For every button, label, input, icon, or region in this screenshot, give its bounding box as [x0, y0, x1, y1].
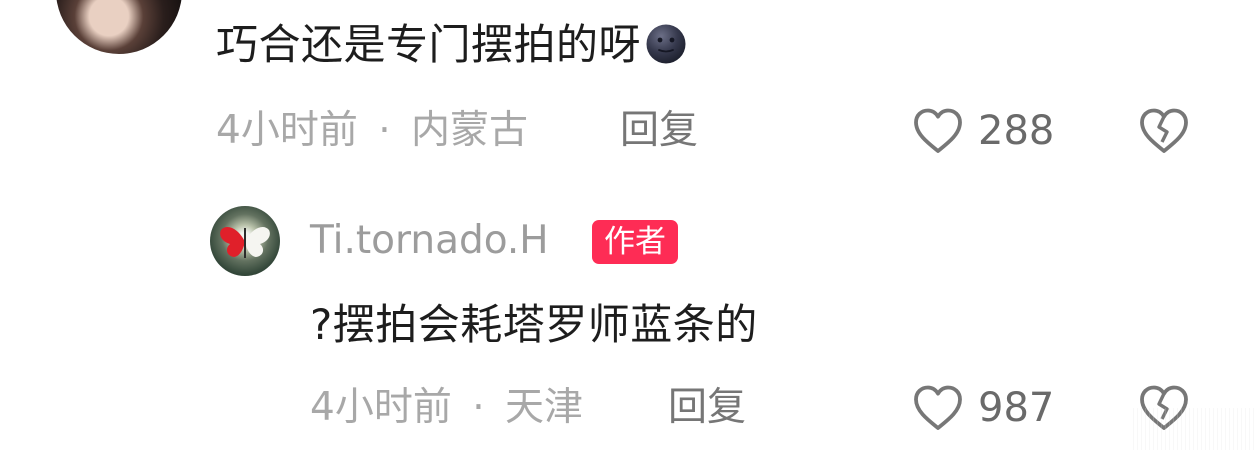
reply-button[interactable]: 回复 — [668, 385, 746, 431]
comment-meta: 4小时前 · 内蒙古 — [216, 108, 528, 154]
heart-outline-icon — [914, 108, 962, 153]
like-count: 288 — [978, 108, 1055, 154]
comment-body: 巧合还是专门摆拍的呀 — [216, 20, 687, 70]
comment-time: 4小时前 — [216, 108, 358, 153]
reply-time: 4小时前 — [310, 385, 452, 430]
reply-text: ?摆拍会耗塔罗师蓝条的 — [310, 300, 758, 349]
broken-heart-outline-icon[interactable] — [1136, 106, 1192, 156]
butterfly-icon — [220, 227, 270, 258]
reply-location: 天津 — [505, 385, 584, 430]
heart-outline-icon — [914, 385, 962, 430]
meta-separator: · — [378, 108, 391, 153]
reply-meta: 4小时前 · 天津 — [310, 385, 583, 431]
comment-location: 内蒙古 — [411, 108, 529, 153]
meta-separator: · — [472, 385, 485, 430]
author-badge: 作者 — [592, 220, 678, 264]
comment-text: 巧合还是专门摆拍的呀 — [216, 20, 642, 69]
watermark-overlay — [1133, 408, 1255, 450]
new-moon-face-icon — [646, 24, 686, 64]
like-button[interactable]: 288 — [910, 104, 1054, 158]
author-name[interactable]: Ti.tornado.H — [310, 218, 549, 264]
comment-thread: 巧合还是专门摆拍的呀 4小时前 · 内蒙古 回复 288 Ti.tornado.… — [0, 0, 1260, 454]
commenter-avatar[interactable] — [56, 0, 182, 54]
reply-button[interactable]: 回复 — [620, 108, 698, 154]
like-count: 987 — [978, 385, 1055, 431]
like-button[interactable]: 987 — [910, 381, 1054, 435]
author-avatar[interactable] — [210, 206, 280, 276]
